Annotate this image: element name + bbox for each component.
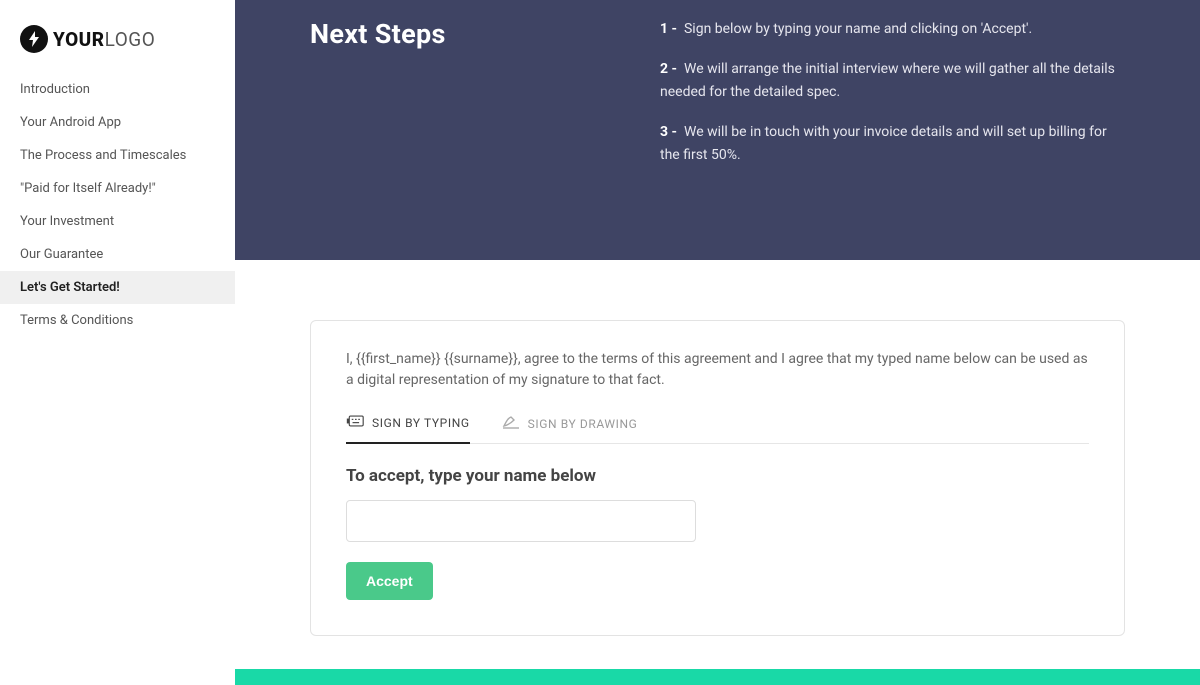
hero-section: Next Steps 1 - Sign below by typing your… — [235, 0, 1200, 260]
step-2: 2 - We will arrange the initial intervie… — [660, 58, 1125, 103]
sidebar: YOURLOGO Introduction Your Android App T… — [0, 0, 235, 685]
logo: YOURLOGO — [0, 25, 235, 73]
agreement-text: I, {{first_name}} {{surname}}, agree to … — [346, 349, 1089, 391]
keyboard-icon — [346, 413, 364, 432]
accept-prompt: To accept, type your name below — [346, 466, 1089, 486]
sidebar-item-your-investment[interactable]: Your Investment — [0, 205, 235, 238]
footer-bar — [235, 669, 1200, 685]
sidebar-item-process-timescales[interactable]: The Process and Timescales — [0, 139, 235, 172]
sidebar-item-lets-get-started[interactable]: Let's Get Started! — [0, 271, 235, 304]
sidebar-item-terms-conditions[interactable]: Terms & Conditions — [0, 304, 235, 337]
name-input[interactable] — [346, 500, 696, 542]
main-content: Next Steps 1 - Sign below by typing your… — [235, 0, 1200, 685]
signature-card: I, {{first_name}} {{surname}}, agree to … — [310, 320, 1125, 636]
accept-button[interactable]: Accept — [346, 562, 433, 600]
content-area: I, {{first_name}} {{surname}}, agree to … — [235, 260, 1200, 666]
tab-typing-label: SIGN BY TYPING — [372, 416, 470, 430]
sidebar-item-our-guarantee[interactable]: Our Guarantee — [0, 238, 235, 271]
tab-sign-by-typing[interactable]: SIGN BY TYPING — [346, 413, 470, 444]
sidebar-item-paid-for-itself[interactable]: "Paid for Itself Already!" — [0, 172, 235, 205]
tab-drawing-label: SIGN BY DRAWING — [528, 417, 638, 431]
tab-sign-by-drawing[interactable]: SIGN BY DRAWING — [502, 413, 638, 444]
signature-tabs: SIGN BY TYPING SIGN BY DRAWING — [346, 413, 1089, 444]
pen-icon — [502, 414, 520, 433]
sidebar-item-your-android-app[interactable]: Your Android App — [0, 106, 235, 139]
logo-bolt-icon — [20, 25, 48, 53]
step-1: 1 - Sign below by typing your name and c… — [660, 18, 1125, 40]
sidebar-item-introduction[interactable]: Introduction — [0, 73, 235, 106]
logo-text: YOURLOGO — [53, 28, 155, 51]
step-3: 3 - We will be in touch with your invoic… — [660, 121, 1125, 166]
page-title: Next Steps — [310, 18, 610, 50]
